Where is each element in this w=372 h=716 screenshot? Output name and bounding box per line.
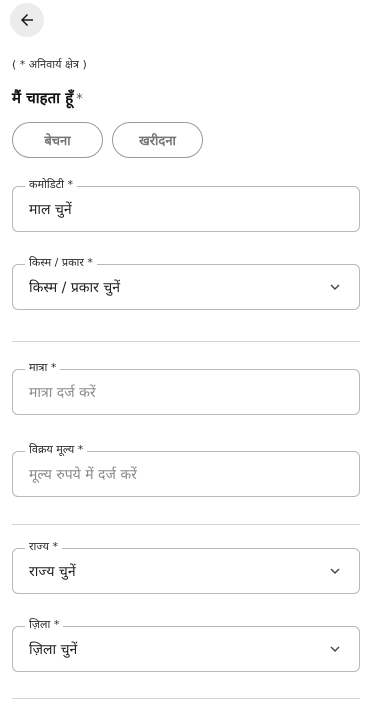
buy-chip-label: खरीदना (139, 134, 176, 149)
chevron-down-icon (330, 646, 340, 652)
required-fields-note: ( * अनिवार्य क्षेत्र ) (12, 58, 87, 71)
section-divider (12, 341, 360, 342)
commodity-value: माल चुनें (29, 201, 72, 218)
state-select[interactable]: राज्य * राज्य चुनें (12, 540, 360, 594)
chevron-down-icon (330, 568, 340, 574)
district-value: ज़िला चुनें (29, 641, 78, 658)
section-divider (12, 524, 360, 525)
intent-title-text: मैं चाहता हूँ (12, 89, 74, 107)
quantity-input[interactable]: मात्रा * मात्रा दर्ज करें (12, 361, 360, 415)
arrow-left-icon (21, 14, 33, 26)
price-input[interactable]: विक्रय मूल्य * मूल्य रुपये में दर्ज करें (12, 443, 360, 497)
buy-chip[interactable]: खरीदना (112, 122, 203, 158)
price-placeholder: मूल्य रुपये में दर्ज करें (29, 466, 137, 483)
state-value: राज्य चुनें (29, 563, 76, 580)
commodity-select[interactable]: कमोडिटी * माल चुनें (12, 178, 360, 232)
sell-chip[interactable]: बेचना (12, 122, 103, 158)
intent-title: मैं चाहता हूँ * (12, 88, 83, 108)
chevron-down-icon (330, 284, 340, 290)
quantity-placeholder: मात्रा दर्ज करें (29, 384, 96, 401)
sell-chip-label: बेचना (44, 134, 71, 149)
required-star: * (76, 92, 83, 107)
variety-value: किस्म / प्रकार चुनें (29, 279, 120, 296)
district-select[interactable]: ज़िला * ज़िला चुनें (12, 618, 360, 672)
variety-select[interactable]: किस्म / प्रकार * किस्म / प्रकार चुनें (12, 256, 360, 310)
section-divider (12, 698, 360, 699)
back-button[interactable] (10, 3, 44, 37)
